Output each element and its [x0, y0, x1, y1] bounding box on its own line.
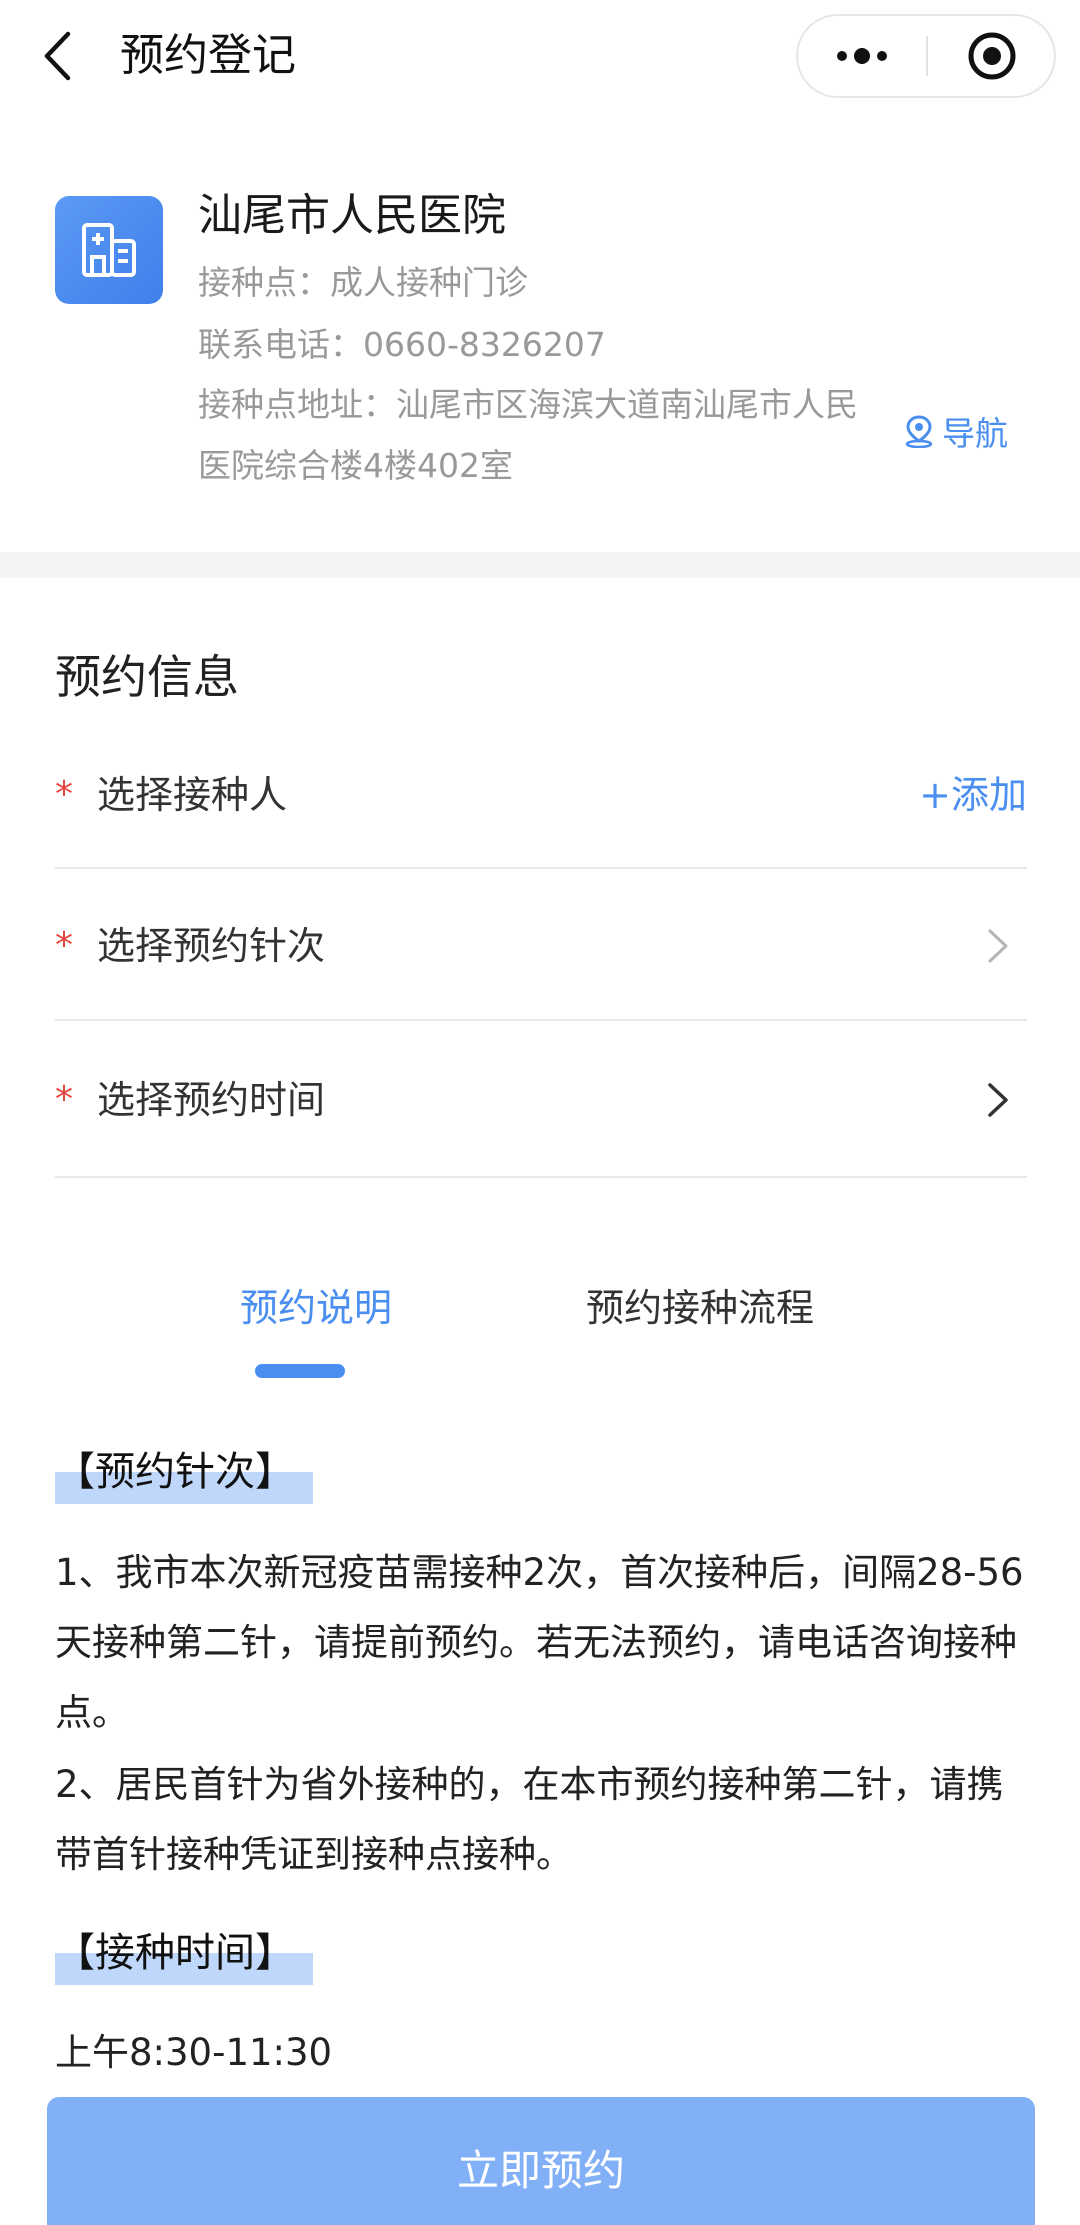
- hospital-logo: [55, 196, 163, 304]
- required-mark: *: [55, 774, 73, 815]
- chevron-left-icon: [44, 31, 71, 81]
- dose-note-2: 2、居民首针为省外接种的，在本市预约接种第二针，请携带首针接种凭证到接种点接种。: [55, 1763, 1004, 1876]
- tab-appointment-notes[interactable]: 预约说明: [240, 1280, 392, 1336]
- divider: [55, 867, 1027, 869]
- select-dose-label: 选择预约针次: [97, 924, 326, 968]
- dose-heading-text: 【预约针次】: [55, 1449, 295, 1495]
- select-time-label: 选择预约时间: [97, 1078, 326, 1122]
- more-button[interactable]: [798, 16, 926, 96]
- hospital-card: 汕尾市人民医院 接种点：成人接种门诊 联系电话：0660-8326207 接种点…: [0, 116, 1080, 552]
- appointment-section-title: 预约信息: [55, 650, 239, 704]
- target-circle-icon: [968, 32, 1016, 80]
- time-heading-text: 【接种时间】: [55, 1930, 295, 1976]
- tab-vaccination-process[interactable]: 预约接种流程: [586, 1280, 814, 1336]
- navigation-label: 导航: [942, 414, 1008, 453]
- hospital-name: 汕尾市人民医院: [198, 190, 506, 241]
- site-address: 接种点地址：汕尾市区海滨大道南汕尾市人民医院综合楼4楼402室: [198, 385, 858, 485]
- dose-note-1: 1、我市本次新冠疫苗需接种2次，首次接种后，间隔28-56天接种第二针，请提前预…: [55, 1551, 1024, 1734]
- book-now-label: 立即预约: [456, 2146, 625, 2195]
- required-mark: *: [55, 1079, 73, 1120]
- vaccination-site: 接种点：成人接种门诊: [198, 263, 528, 302]
- page-title: 预约登记: [120, 30, 296, 81]
- navigation-link[interactable]: 导航: [902, 406, 1008, 456]
- active-tab-indicator: [255, 1364, 345, 1378]
- contact-phone: 联系电话：0660-8326207: [198, 325, 606, 364]
- book-now-button[interactable]: 立即预约: [47, 2097, 1035, 2225]
- back-button[interactable]: [36, 28, 80, 84]
- divider: [55, 1176, 1027, 1178]
- page: 预约登记 汕尾市人民医院 接种点：成人接种门诊 联系电话：0660-832620…: [0, 0, 1080, 2225]
- close-button[interactable]: [928, 16, 1056, 96]
- dose-heading: 【预约针次】: [55, 1444, 313, 1504]
- chevron-right-icon: [988, 1083, 1008, 1117]
- hospital-icon: [82, 223, 136, 277]
- add-recipient-button[interactable]: +添加: [919, 765, 1027, 825]
- select-recipient-row[interactable]: * 选择接种人 +添加: [55, 765, 1027, 825]
- chevron-right-icon: [988, 929, 1008, 963]
- time-heading: 【接种时间】: [55, 1925, 313, 1985]
- more-dots-icon: [837, 48, 887, 64]
- section-separator: [0, 552, 1080, 578]
- select-dose-row[interactable]: * 选择预约针次: [55, 916, 1027, 976]
- location-pin-icon: [905, 415, 933, 448]
- select-time-row[interactable]: * 选择预约时间: [55, 1070, 1027, 1130]
- required-mark: *: [55, 925, 73, 966]
- navbar: 预约登记: [0, 0, 1080, 116]
- vaccination-time: 上午8:30-11:30: [55, 2031, 333, 2074]
- mini-program-capsule: [796, 14, 1056, 98]
- divider: [55, 1019, 1027, 1021]
- select-recipient-label: 选择接种人: [97, 773, 288, 817]
